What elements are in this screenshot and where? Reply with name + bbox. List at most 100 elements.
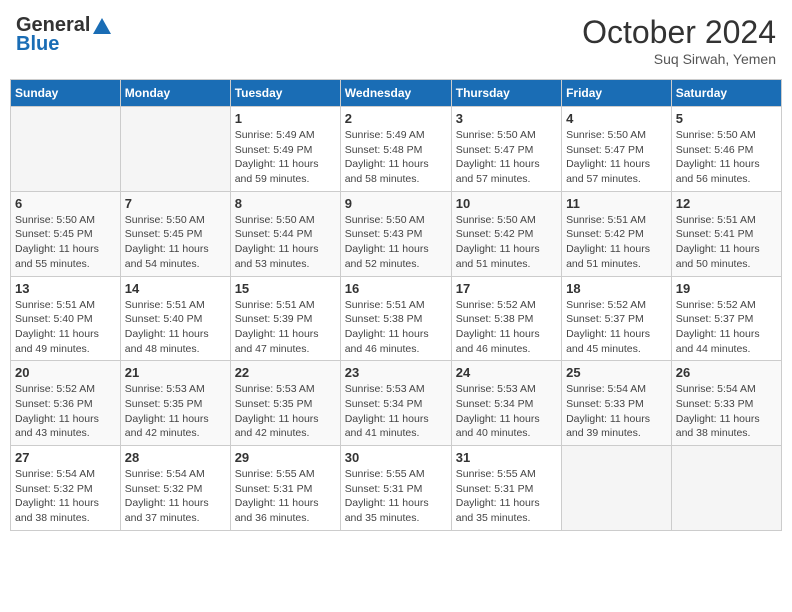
calendar-cell: 30Sunrise: 5:55 AM Sunset: 5:31 PM Dayli… (340, 446, 451, 531)
day-number: 27 (15, 450, 116, 465)
calendar-week-row: 20Sunrise: 5:52 AM Sunset: 5:36 PM Dayli… (11, 361, 782, 446)
day-detail: Sunrise: 5:51 AM Sunset: 5:41 PM Dayligh… (676, 213, 777, 272)
weekday-header: Tuesday (230, 80, 340, 107)
calendar-cell: 20Sunrise: 5:52 AM Sunset: 5:36 PM Dayli… (11, 361, 121, 446)
day-number: 7 (125, 196, 226, 211)
day-number: 29 (235, 450, 336, 465)
day-number: 8 (235, 196, 336, 211)
day-number: 9 (345, 196, 447, 211)
weekday-header: Wednesday (340, 80, 451, 107)
calendar-cell (120, 107, 230, 192)
calendar-week-row: 27 Sunrise: 5:54 AM Sunset: 5:32 PM Dayli… (11, 446, 782, 531)
calendar-cell: 9 Sunrise: 5:50 AM Sunset: 5:43 PM Daylig… (340, 191, 451, 276)
day-detail: Sunrise: 5:53 AM Sunset: 5:35 PM Dayligh… (125, 382, 226, 441)
calendar-cell (562, 446, 672, 531)
day-detail: Sunrise: 5:50 AM Sunset: 5:47 PM Dayligh… (566, 128, 667, 187)
day-detail: Sunrise: 5:50 AM Sunset: 5:47 PM Dayligh… (456, 128, 557, 187)
calendar-table: SundayMondayTuesdayWednesdayThursdayFrid… (10, 79, 782, 531)
day-number: 13 (15, 281, 116, 296)
calendar-cell: 7Sunrise: 5:50 AM Sunset: 5:45 PM Daylig… (120, 191, 230, 276)
calendar-cell: 8Sunrise: 5:50 AM Sunset: 5:44 PM Daylig… (230, 191, 340, 276)
day-detail: Sunrise: 5:51 AM Sunset: 5:42 PM Dayligh… (566, 213, 667, 272)
day-number: 6 (15, 196, 116, 211)
day-number: 5 (676, 111, 777, 126)
calendar-cell: 10 Sunrise: 5:50 AM Sunset: 5:42 PM Dayli… (451, 191, 561, 276)
calendar-week-row: 13 Sunrise: 5:51 AM Sunset: 5:40 PM Dayli… (11, 276, 782, 361)
day-number: 16 (345, 281, 447, 296)
day-detail: Sunrise: 5:52 AM Sunset: 5:37 PM Dayligh… (676, 298, 777, 357)
day-detail: Sunrise: 5:54 AM Sunset: 5:33 PM Dayligh… (676, 382, 777, 441)
calendar-week-row: 1Sunrise: 5:49 AM Sunset: 5:49 PM Daylig… (11, 107, 782, 192)
day-detail: Sunrise: 5:50 AM Sunset: 5:43 PM Dayligh… (345, 213, 447, 272)
calendar-cell: 15 Sunrise: 5:51 AM Sunset: 5:39 PM Dayli… (230, 276, 340, 361)
calendar-cell: 3 Sunrise: 5:50 AM Sunset: 5:47 PM Daylig… (451, 107, 561, 192)
calendar-cell (11, 107, 121, 192)
day-number: 15 (235, 281, 336, 296)
calendar-cell: 28Sunrise: 5:54 AM Sunset: 5:32 PM Dayli… (120, 446, 230, 531)
calendar-cell: 21 Sunrise: 5:53 AM Sunset: 5:35 PM Dayli… (120, 361, 230, 446)
day-detail: Sunrise: 5:55 AM Sunset: 5:31 PM Dayligh… (235, 467, 336, 526)
calendar-cell: 17Sunrise: 5:52 AM Sunset: 5:38 PM Dayli… (451, 276, 561, 361)
day-detail: Sunrise: 5:52 AM Sunset: 5:38 PM Dayligh… (456, 298, 557, 357)
calendar-cell: 29 Sunrise: 5:55 AM Sunset: 5:31 PM Dayli… (230, 446, 340, 531)
calendar-cell: 22 Sunrise: 5:53 AM Sunset: 5:35 PM Dayli… (230, 361, 340, 446)
day-detail: Sunrise: 5:50 AM Sunset: 5:45 PM Dayligh… (15, 213, 116, 272)
day-number: 25 (566, 365, 667, 380)
calendar-cell: 23 Sunrise: 5:53 AM Sunset: 5:34 PM Dayli… (340, 361, 451, 446)
title-block: October 2024 Suq Sirwah, Yemen (582, 14, 776, 67)
day-number: 21 (125, 365, 226, 380)
month-title: October 2024 (582, 14, 776, 51)
calendar-header-row: SundayMondayTuesdayWednesdayThursdayFrid… (11, 80, 782, 107)
logo-icon (91, 16, 113, 36)
calendar-cell: 1Sunrise: 5:49 AM Sunset: 5:49 PM Daylig… (230, 107, 340, 192)
day-number: 23 (345, 365, 447, 380)
day-detail: Sunrise: 5:51 AM Sunset: 5:38 PM Dayligh… (345, 298, 447, 357)
calendar-cell: 13 Sunrise: 5:51 AM Sunset: 5:40 PM Dayli… (11, 276, 121, 361)
day-detail: Sunrise: 5:50 AM Sunset: 5:46 PM Dayligh… (676, 128, 777, 187)
day-number: 3 (456, 111, 557, 126)
day-detail: Sunrise: 5:55 AM Sunset: 5:31 PM Dayligh… (456, 467, 557, 526)
day-detail: Sunrise: 5:54 AM Sunset: 5:32 PM Dayligh… (125, 467, 226, 526)
calendar-week-row: 6 Sunrise: 5:50 AM Sunset: 5:45 PM Daylig… (11, 191, 782, 276)
day-detail: Sunrise: 5:51 AM Sunset: 5:40 PM Dayligh… (125, 298, 226, 357)
calendar-cell: 11Sunrise: 5:51 AM Sunset: 5:42 PM Dayli… (562, 191, 672, 276)
day-detail: Sunrise: 5:50 AM Sunset: 5:42 PM Dayligh… (456, 213, 557, 272)
day-number: 31 (456, 450, 557, 465)
calendar-cell (671, 446, 781, 531)
day-number: 14 (125, 281, 226, 296)
day-detail: Sunrise: 5:55 AM Sunset: 5:31 PM Dayligh… (345, 467, 447, 526)
day-number: 26 (676, 365, 777, 380)
day-detail: Sunrise: 5:49 AM Sunset: 5:49 PM Dayligh… (235, 128, 336, 187)
day-detail: Sunrise: 5:51 AM Sunset: 5:40 PM Dayligh… (15, 298, 116, 357)
day-number: 19 (676, 281, 777, 296)
weekday-header: Thursday (451, 80, 561, 107)
day-detail: Sunrise: 5:51 AM Sunset: 5:39 PM Dayligh… (235, 298, 336, 357)
day-detail: Sunrise: 5:53 AM Sunset: 5:34 PM Dayligh… (345, 382, 447, 441)
weekday-header: Saturday (671, 80, 781, 107)
calendar-cell: 5 Sunrise: 5:50 AM Sunset: 5:46 PM Daylig… (671, 107, 781, 192)
calendar-cell: 2 Sunrise: 5:49 AM Sunset: 5:48 PM Daylig… (340, 107, 451, 192)
day-detail: Sunrise: 5:52 AM Sunset: 5:37 PM Dayligh… (566, 298, 667, 357)
day-detail: Sunrise: 5:53 AM Sunset: 5:35 PM Dayligh… (235, 382, 336, 441)
calendar-cell: 25 Sunrise: 5:54 AM Sunset: 5:33 PM Dayli… (562, 361, 672, 446)
day-number: 2 (345, 111, 447, 126)
day-detail: Sunrise: 5:53 AM Sunset: 5:34 PM Dayligh… (456, 382, 557, 441)
page-header: General Blue October 2024 Suq Sirwah, Ye… (10, 10, 782, 71)
day-number: 12 (676, 196, 777, 211)
calendar-cell: 19 Sunrise: 5:52 AM Sunset: 5:37 PM Dayli… (671, 276, 781, 361)
day-detail: Sunrise: 5:52 AM Sunset: 5:36 PM Dayligh… (15, 382, 116, 441)
weekday-header: Friday (562, 80, 672, 107)
calendar-cell: 14 Sunrise: 5:51 AM Sunset: 5:40 PM Dayli… (120, 276, 230, 361)
logo-blue: Blue (16, 33, 59, 56)
location-subtitle: Suq Sirwah, Yemen (582, 51, 776, 67)
day-number: 18 (566, 281, 667, 296)
day-detail: Sunrise: 5:54 AM Sunset: 5:32 PM Dayligh… (15, 467, 116, 526)
calendar-cell: 27 Sunrise: 5:54 AM Sunset: 5:32 PM Dayli… (11, 446, 121, 531)
calendar-cell: 31 Sunrise: 5:55 AM Sunset: 5:31 PM Dayli… (451, 446, 561, 531)
day-detail: Sunrise: 5:54 AM Sunset: 5:33 PM Dayligh… (566, 382, 667, 441)
day-detail: Sunrise: 5:49 AM Sunset: 5:48 PM Dayligh… (345, 128, 447, 187)
day-number: 22 (235, 365, 336, 380)
day-number: 10 (456, 196, 557, 211)
calendar-cell: 16 Sunrise: 5:51 AM Sunset: 5:38 PM Dayli… (340, 276, 451, 361)
calendar-cell: 26 Sunrise: 5:54 AM Sunset: 5:33 PM Dayli… (671, 361, 781, 446)
